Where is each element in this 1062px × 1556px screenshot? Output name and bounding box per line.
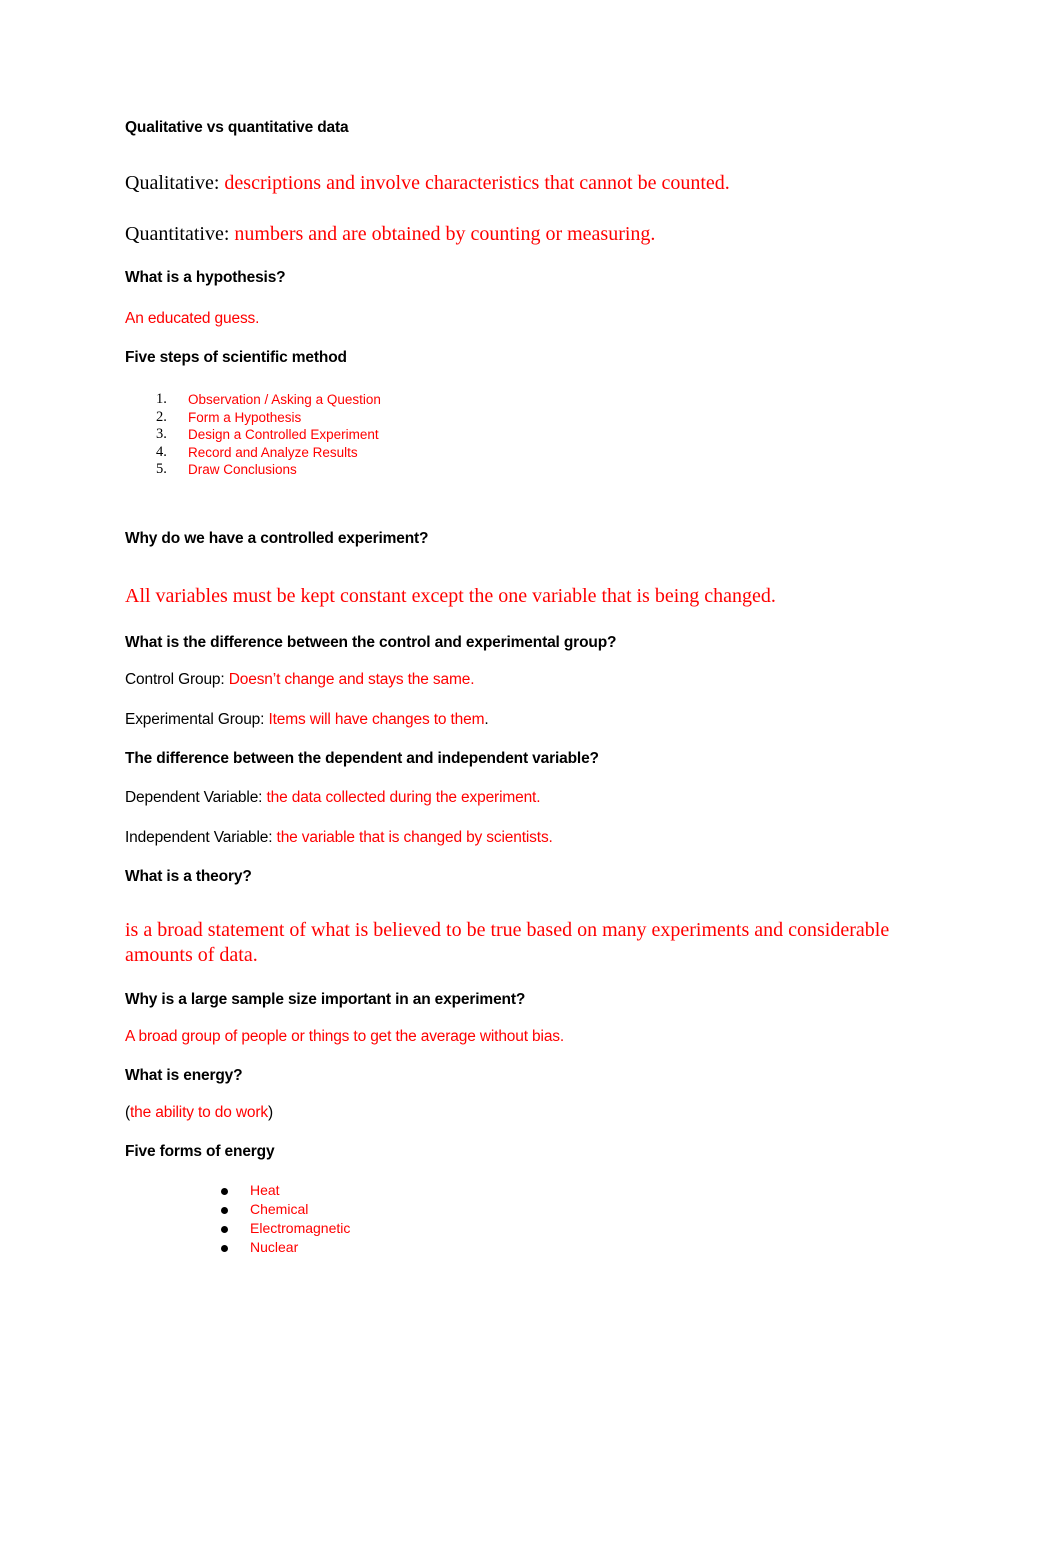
experimental-group-answer: Items will have changes to them <box>268 710 485 728</box>
experimental-group-trailing-period: . <box>484 710 489 728</box>
dependent-variable-label: Dependent Variable: <box>125 788 267 806</box>
hypothesis-answer: An educated guess. <box>125 310 260 327</box>
control-group-line: Control Group: Doesn’t change and stays … <box>125 670 955 689</box>
list-marker: 2. <box>156 408 167 425</box>
list-item: 1. Observation / Asking a Question <box>125 391 955 409</box>
energy-answer: the ability to do work <box>130 1103 269 1121</box>
heading-five-forms-of-energy: Five forms of energy <box>125 1142 275 1160</box>
control-group-answer: Doesn’t change and stays the same. <box>228 670 475 688</box>
list-item: 3. Design a Controlled Experiment <box>125 426 955 444</box>
qualitative-label: Qualitative: <box>125 172 225 194</box>
list-item-label: Chemical <box>250 1200 309 1217</box>
close-paren: ) <box>268 1103 274 1121</box>
independent-variable-answer: the variable that is changed by scientis… <box>276 828 553 846</box>
list-item: Heat <box>125 1181 955 1200</box>
list-item-label: Electromagnetic <box>250 1219 351 1236</box>
quantitative-label: Quantitative: <box>125 223 235 245</box>
list-item: 5. Draw Conclusions <box>125 461 955 479</box>
list-item: 2. Form a Hypothesis <box>125 409 955 427</box>
list-item: Nuclear <box>125 1238 955 1257</box>
dependent-variable-line: Dependent Variable: the data collected d… <box>125 788 955 807</box>
energy-answer-line: (the ability to do work) <box>125 1103 955 1122</box>
heading-dependent-vs-independent-variable: The difference between the dependent and… <box>125 749 599 767</box>
scientific-method-steps-list: 1. Observation / Asking a Question 2. Form… <box>125 391 955 479</box>
heading-five-steps-of-scientific-method: Five steps of scientific method <box>125 349 347 366</box>
bullet-icon <box>221 1244 228 1252</box>
list-item-label: Draw Conclusions <box>188 462 297 477</box>
list-item-label: Heat <box>250 1181 280 1198</box>
document-page: Qualitative vs quantitative data Qualita… <box>0 0 1062 1556</box>
independent-variable-label: Independent Variable: <box>125 828 277 846</box>
bullet-icon <box>221 1187 228 1195</box>
heading-qualitative-vs-quantitative: Qualitative vs quantitative data <box>125 119 349 136</box>
experimental-group-line: Experimental Group: Items will have chan… <box>125 710 955 729</box>
qualitative-answer: descriptions and involve characteristics… <box>224 172 730 194</box>
list-item: Electromagnetic <box>125 1219 955 1238</box>
list-marker: 1. <box>156 391 167 407</box>
list-item-label: Record and Analyze Results <box>188 444 358 460</box>
list-item-label: Observation / Asking a Question <box>188 392 381 407</box>
list-item-label: Form a Hypothesis <box>188 409 302 425</box>
bullet-icon <box>221 1225 228 1233</box>
experimental-group-label: Experimental Group: <box>125 710 269 728</box>
heading-what-is-a-hypothesis: What is a hypothesis? <box>125 269 286 286</box>
controlled-experiment-answer: All variables must be kept constant exce… <box>125 584 776 607</box>
quantitative-answer: numbers and are obtained by counting or … <box>234 223 656 245</box>
heading-why-large-sample-size: Why is a large sample size important in … <box>125 990 526 1008</box>
bullet-icon <box>221 1206 228 1214</box>
dependent-variable-answer: the data collected during the experiment… <box>266 788 541 806</box>
document-body: Qualitative vs quantitative data Qualita… <box>125 118 955 1257</box>
list-item-label: Design a Controlled Experiment <box>188 427 379 442</box>
list-marker: 3. <box>156 426 167 442</box>
list-item: Chemical <box>125 1200 955 1219</box>
control-group-label: Control Group: <box>125 670 229 688</box>
qualitative-line: Qualitative: descriptions and involve ch… <box>125 171 955 196</box>
independent-variable-line: Independent Variable: the variable that … <box>125 828 955 847</box>
list-item-label: Nuclear <box>250 1238 299 1255</box>
energy-forms-list: Heat Chemical Electromagnetic Nuclear <box>125 1181 955 1257</box>
list-item: 4. Record and Analyze Results <box>125 444 955 462</box>
theory-answer: is a broad statement of what is believed… <box>125 918 890 966</box>
heading-what-is-a-theory: What is a theory? <box>125 867 252 885</box>
list-marker: 5. <box>156 461 167 477</box>
heading-why-controlled-experiment: Why do we have a controlled experiment? <box>125 529 429 547</box>
sample-size-answer: A broad group of people or things to get… <box>125 1027 565 1045</box>
quantitative-line: Quantitative: numbers and are obtained b… <box>125 222 955 247</box>
heading-what-is-energy: What is energy? <box>125 1066 243 1084</box>
list-marker: 4. <box>156 443 167 460</box>
heading-control-vs-experimental-group: What is the difference between the contr… <box>125 633 617 651</box>
